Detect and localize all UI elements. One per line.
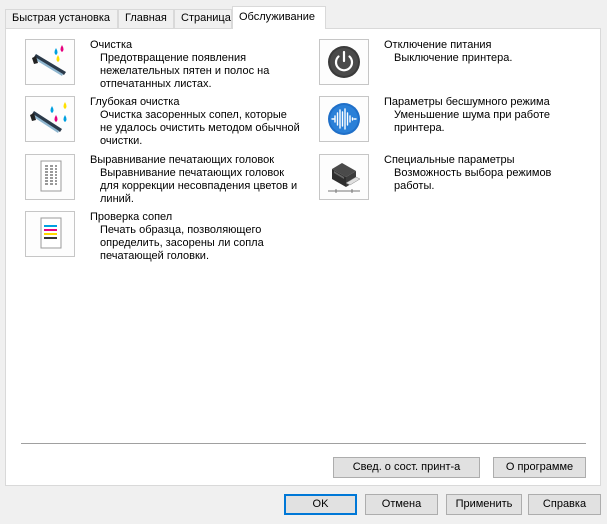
panel-separator: [21, 443, 586, 445]
printer-status-button[interactable]: Свед. о сост. принт-а: [333, 457, 480, 478]
custom-settings-button[interactable]: [319, 154, 369, 200]
cleaning-title: Очистка: [90, 39, 133, 51]
deep-cleaning-button[interactable]: [25, 96, 75, 142]
tab-page[interactable]: Страница: [174, 9, 232, 28]
power-off-button[interactable]: [319, 39, 369, 85]
nozzle-check-button[interactable]: [25, 211, 75, 257]
alignment-title: Выравнивание печатающих головок: [90, 154, 275, 166]
deep-cleaning-description: Очистка засоренных сопел, которые не уда…: [100, 109, 300, 147]
nozzle-check-icon: [40, 217, 62, 249]
alignment-icon: [40, 160, 62, 192]
ok-button[interactable]: OK: [284, 494, 357, 515]
quiet-mode-icon: [328, 103, 360, 135]
printer-settings-icon: [328, 163, 361, 193]
cancel-button[interactable]: Отмена: [365, 494, 438, 515]
power-icon: [328, 46, 360, 78]
cleaning-icon: [32, 45, 66, 76]
quiet-mode-button[interactable]: [319, 96, 369, 142]
custom-settings-title: Специальные параметры: [384, 154, 515, 166]
deep-cleaning-title: Глубокая очистка: [90, 96, 180, 108]
nozzle-check-title: Проверка сопел: [90, 211, 173, 223]
quiet-mode-title: Параметры бесшумного режима: [384, 96, 550, 108]
deep-cleaning-icon: [30, 102, 67, 133]
quiet-mode-description: Уменьшение шума при работе принтера.: [394, 109, 550, 134]
tab-maintenance[interactable]: Обслуживание: [232, 6, 326, 29]
apply-button[interactable]: Применить: [446, 494, 522, 515]
about-button[interactable]: О программе: [493, 457, 586, 478]
power-off-description: Выключение принтера.: [394, 52, 513, 64]
tab-main[interactable]: Главная: [118, 9, 174, 28]
cleaning-description: Предотвращение появления нежелательных п…: [100, 52, 270, 90]
nozzle-check-description: Печать образца, позволяющего определить,…: [100, 224, 264, 262]
tab-quick-setup[interactable]: Быстрая установка: [5, 9, 118, 28]
custom-settings-description: Возможность выбора режимов работы.: [394, 167, 552, 192]
power-off-title: Отключение питания: [384, 39, 492, 51]
maintenance-panel: Очистка Предотвращение появления нежелат…: [5, 28, 601, 486]
help-button[interactable]: Справка: [528, 494, 601, 515]
cleaning-button[interactable]: [25, 39, 75, 85]
alignment-description: Выравнивание печатающих головок для корр…: [100, 167, 298, 205]
alignment-button[interactable]: [25, 154, 75, 200]
